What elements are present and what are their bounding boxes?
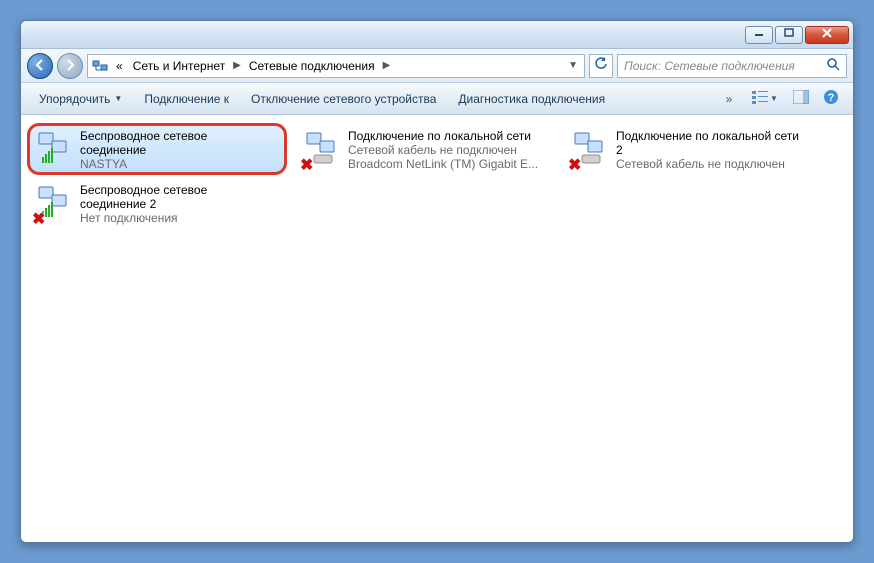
network-connections-icon: [92, 58, 108, 74]
connection-text: Подключение по локальной сети Сетевой ка…: [348, 129, 548, 171]
ethernet-icon: ✖: [302, 129, 342, 169]
connection-title-line1: Беспроводное сетевое: [80, 129, 280, 143]
minimize-button[interactable]: [745, 26, 773, 44]
connection-detail: Broadcom NetLink (TM) Gigabit E...: [348, 157, 548, 171]
chevron-down-icon: ▼: [114, 94, 122, 103]
breadcrumb-prefix[interactable]: «: [112, 59, 127, 73]
nav-back-button[interactable]: [27, 53, 53, 79]
connection-title-line2: соединение: [80, 143, 280, 157]
ethernet-icon: ✖: [570, 129, 610, 169]
breadcrumb-seg-2[interactable]: Сетевые подключения: [245, 59, 379, 73]
help-icon: ?: [823, 89, 839, 108]
connection-title-line1: Подключение по локальной сети: [616, 129, 816, 143]
view-options-icon: [752, 90, 768, 107]
organize-menu[interactable]: Упорядочить ▼: [31, 90, 130, 108]
connection-item[interactable]: Беспроводное сетевое соединение NASTYA: [29, 125, 285, 173]
disconnected-x-icon: ✖: [300, 155, 316, 171]
titlebar: [21, 21, 853, 49]
back-arrow-icon: [34, 58, 46, 74]
view-options-button[interactable]: ▼: [747, 88, 783, 110]
explorer-window: « Сеть и Интернет ▶ Сетевые подключения …: [20, 20, 854, 543]
help-button[interactable]: ?: [819, 88, 843, 110]
organize-label: Упорядочить: [39, 92, 110, 106]
preview-pane-icon: [793, 90, 809, 107]
connection-item[interactable]: ✖ Беспроводное сетевое соединение 2 Нет …: [29, 179, 285, 227]
disconnected-x-icon: ✖: [568, 155, 584, 171]
connection-status: Сетевой кабель не подключен: [616, 157, 816, 171]
connect-to-button[interactable]: Подключение к: [136, 90, 237, 108]
close-button[interactable]: [805, 26, 849, 44]
chevron-right-icon[interactable]: ▶: [381, 60, 393, 71]
connect-to-label: Подключение к: [144, 92, 229, 106]
disconnected-x-icon: ✖: [32, 209, 48, 225]
connection-title-line1: Беспроводное сетевое: [80, 183, 280, 197]
maximize-icon: [784, 28, 794, 41]
address-bar[interactable]: « Сеть и Интернет ▶ Сетевые подключения …: [87, 54, 585, 78]
search-input[interactable]: Поиск: Сетевые подключения: [617, 54, 847, 78]
chevron-down-icon: ▼: [770, 94, 778, 103]
connection-text: Беспроводное сетевое соединение 2 Нет по…: [80, 183, 280, 225]
connection-item[interactable]: ✖ Подключение по локальной сети Сетевой …: [297, 125, 553, 173]
connections-list: Беспроводное сетевое соединение NASTYA ✖…: [21, 115, 853, 542]
diagnose-button[interactable]: Диагностика подключения: [450, 90, 613, 108]
refresh-icon: [594, 57, 608, 74]
connection-title-line1: Подключение по локальной сети: [348, 129, 548, 143]
diagnose-label: Диагностика подключения: [458, 92, 605, 106]
svg-text:?: ?: [828, 92, 835, 104]
window-controls: [745, 26, 849, 44]
chevron-down-icon[interactable]: ▼: [566, 60, 580, 71]
connection-title-line2: 2: [616, 143, 816, 157]
connection-item[interactable]: ✖ Подключение по локальной сети 2 Сетево…: [565, 125, 821, 173]
overflow-button[interactable]: »: [717, 88, 741, 110]
connection-title-line2: соединение 2: [80, 197, 280, 211]
disable-device-button[interactable]: Отключение сетевого устройства: [243, 90, 444, 108]
connection-status: Нет подключения: [80, 211, 280, 225]
nav-forward-button[interactable]: [57, 53, 83, 79]
search-placeholder: Поиск: Сетевые подключения: [624, 59, 795, 73]
connection-text: Подключение по локальной сети 2 Сетевой …: [616, 129, 816, 171]
maximize-button[interactable]: [775, 26, 803, 44]
toolbar-right: » ▼ ?: [717, 88, 843, 110]
forward-arrow-icon: [64, 58, 76, 74]
connection-text: Беспроводное сетевое соединение NASTYA: [80, 129, 280, 171]
close-icon: [821, 28, 833, 41]
disable-device-label: Отключение сетевого устройства: [251, 92, 436, 106]
minimize-icon: [754, 28, 764, 41]
chevron-right-icon[interactable]: ▶: [231, 60, 243, 71]
refresh-button[interactable]: [589, 54, 613, 78]
wifi-icon: [34, 129, 74, 169]
preview-pane-button[interactable]: [789, 88, 813, 110]
command-bar: Упорядочить ▼ Подключение к Отключение с…: [21, 83, 853, 115]
chevron-right-icon: »: [726, 92, 733, 106]
search-icon: [826, 57, 840, 74]
connection-status: Сетевой кабель не подключен: [348, 143, 548, 157]
connection-status: NASTYA: [80, 157, 280, 171]
wifi-icon: ✖: [34, 183, 74, 223]
breadcrumb-seg-1[interactable]: Сеть и Интернет: [129, 59, 229, 73]
navigation-bar: « Сеть и Интернет ▶ Сетевые подключения …: [21, 49, 853, 83]
